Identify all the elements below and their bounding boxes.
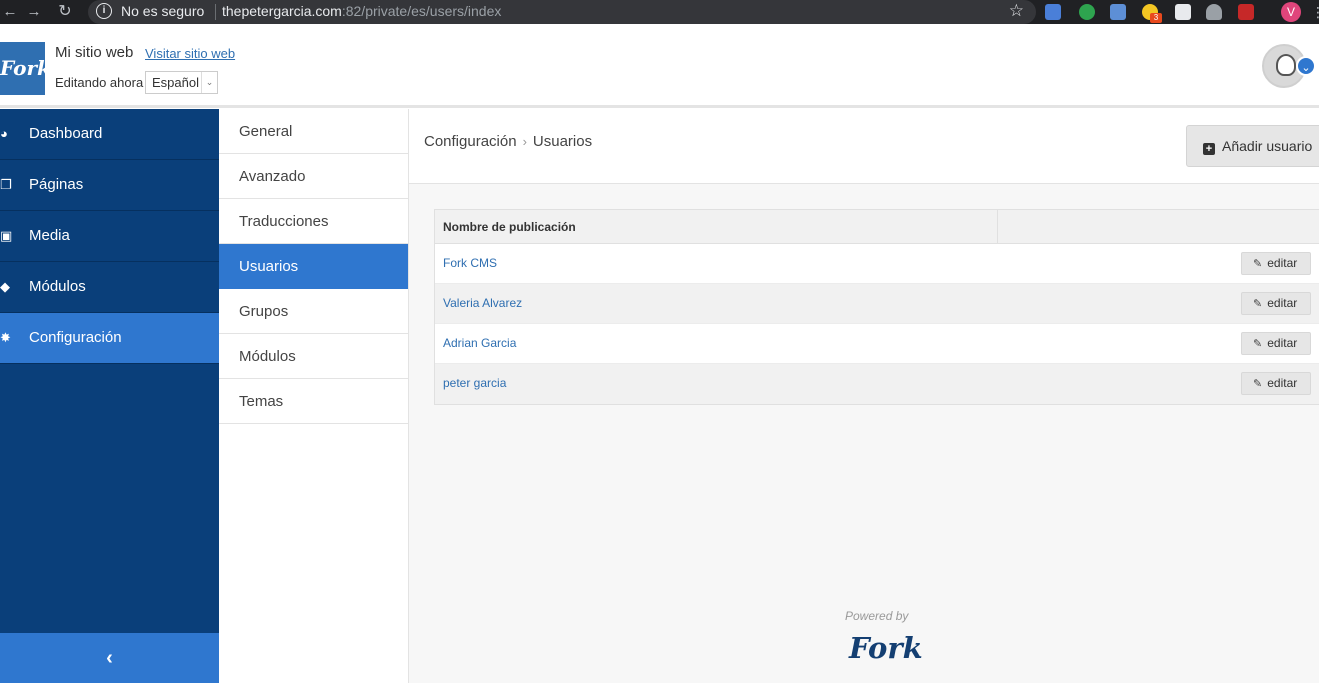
add-user-button[interactable]: + Añadir usuario bbox=[1186, 125, 1319, 167]
sidebar-item-label: Dashboard bbox=[29, 125, 103, 142]
add-user-label: Añadir usuario bbox=[1222, 138, 1313, 154]
chevron-down-icon: ⌄ bbox=[201, 72, 217, 93]
user-name-link[interactable]: peter garcia bbox=[443, 364, 506, 403]
bookmark-star-icon[interactable]: ☆ bbox=[1009, 1, 1024, 21]
info-icon[interactable]: i bbox=[96, 3, 112, 19]
sidebar-item-dashboard[interactable]: ◕ Dashboard bbox=[0, 109, 219, 160]
subnav-item-modules[interactable]: Módulos bbox=[219, 334, 408, 379]
pencil-icon: ✎ bbox=[1253, 298, 1263, 310]
subnav-item-themes[interactable]: Temas bbox=[219, 379, 408, 424]
page-header: Configuración › Usuarios + Añadir usuario bbox=[409, 109, 1319, 184]
fork-logo[interactable]: Fork bbox=[0, 42, 45, 95]
table-header: Nombre de publicación bbox=[435, 210, 1319, 244]
edit-label: editar bbox=[1267, 336, 1298, 350]
powered-by-label: Powered by bbox=[845, 609, 909, 623]
collapse-sidebar-button[interactable]: ‹ bbox=[0, 633, 219, 683]
visit-site-link[interactable]: Visitar sitio web bbox=[145, 46, 235, 61]
sidebar-item-modules[interactable]: ◆ Módulos bbox=[0, 262, 219, 313]
gear-icon: ✸ bbox=[0, 330, 11, 345]
language-select[interactable]: Español ⌄ bbox=[145, 71, 218, 94]
avatar-figure bbox=[1276, 54, 1296, 76]
subnav-item-general[interactable]: General bbox=[219, 109, 408, 154]
url-text[interactable]: thepetergarcia.com:82/private/es/users/i… bbox=[222, 3, 501, 19]
security-label: No es seguro bbox=[121, 3, 205, 19]
hat-extension-icon[interactable] bbox=[1206, 4, 1222, 20]
main-navigation: ◕ Dashboard ❐ Páginas ▣ Media ◆ Módulos … bbox=[0, 109, 219, 683]
settings-subnav: General Avanzado Traducciones Usuarios G… bbox=[219, 109, 409, 683]
fork-footer-logo[interactable]: Fork bbox=[849, 631, 923, 665]
table-row: Adrian Garcia ✎ editar bbox=[435, 324, 1319, 364]
pencil-icon: ✎ bbox=[1253, 338, 1263, 350]
subnav-item-groups[interactable]: Grupos bbox=[219, 289, 408, 334]
language-value: Español bbox=[152, 75, 199, 90]
dashboard-icon: ◕ bbox=[0, 126, 8, 141]
document-extension-icon[interactable] bbox=[1175, 4, 1191, 20]
edit-button[interactable]: ✎ editar bbox=[1241, 252, 1311, 275]
m-extension-icon[interactable] bbox=[1238, 4, 1254, 20]
subnav-item-translations[interactable]: Traducciones bbox=[219, 199, 408, 244]
browser-menu-icon[interactable]: ⋮ bbox=[1311, 2, 1319, 22]
url-host: thepetergarcia.com bbox=[222, 3, 342, 19]
breadcrumb-users: Usuarios bbox=[532, 133, 593, 150]
edit-button[interactable]: ✎ editar bbox=[1241, 292, 1311, 315]
sidebar-item-media[interactable]: ▣ Media bbox=[0, 211, 219, 262]
user-menu-chevron-icon[interactable]: ⌄ bbox=[1296, 56, 1316, 76]
edit-label: editar bbox=[1267, 296, 1298, 310]
shield-extension-icon[interactable] bbox=[1079, 4, 1095, 20]
sidebar-item-label: Media bbox=[29, 227, 70, 244]
reload-icon[interactable]: ↻ bbox=[55, 2, 75, 22]
sidebar-item-label: Páginas bbox=[29, 176, 84, 193]
url-path: :82/private/es/users/index bbox=[341, 3, 502, 19]
edit-button[interactable]: ✎ editar bbox=[1241, 332, 1311, 355]
profile-avatar[interactable]: V bbox=[1281, 2, 1301, 22]
sidebar-item-label: Configuración bbox=[29, 329, 122, 346]
users-table: Nombre de publicación Fork CMS ✎ editar V… bbox=[434, 209, 1319, 405]
extension-badge: 3 bbox=[1150, 13, 1162, 23]
table-row: Valeria Alvarez ✎ editar bbox=[435, 284, 1319, 324]
sidebar-item-settings[interactable]: ✸ Configuración bbox=[0, 313, 219, 364]
pages-icon: ❐ bbox=[0, 177, 12, 192]
edit-label: editar bbox=[1267, 376, 1298, 390]
table-row: peter garcia ✎ editar bbox=[435, 364, 1319, 404]
translate-extension-icon[interactable] bbox=[1045, 4, 1061, 20]
sidebar-item-pages[interactable]: ❐ Páginas bbox=[0, 160, 219, 211]
back-icon[interactable]: ← bbox=[0, 2, 20, 22]
subnav-item-users[interactable]: Usuarios bbox=[219, 244, 408, 289]
editing-label: Editando ahora bbox=[55, 75, 144, 90]
edit-label: editar bbox=[1267, 256, 1298, 270]
user-name-link[interactable]: Fork CMS bbox=[443, 244, 497, 283]
forward-icon[interactable]: → bbox=[24, 2, 44, 22]
site-name: Mi sitio web bbox=[55, 44, 134, 61]
edit-button[interactable]: ✎ editar bbox=[1241, 372, 1311, 395]
address-divider bbox=[215, 4, 216, 20]
address-bar[interactable]: i No es seguro thepetergarcia.com:82/pri… bbox=[88, 0, 1036, 24]
pencil-icon: ✎ bbox=[1253, 258, 1263, 270]
breadcrumb-separator-icon: › bbox=[522, 134, 527, 149]
user-name-link[interactable]: Valeria Alvarez bbox=[443, 284, 522, 323]
user-name-link[interactable]: Adrian Garcia bbox=[443, 324, 516, 363]
plus-square-icon: + bbox=[1203, 143, 1215, 155]
column-header-name[interactable]: Nombre de publicación bbox=[443, 210, 576, 244]
browser-toolbar: ← → ↻ i No es seguro thepetergarcia.com:… bbox=[0, 0, 1319, 24]
table-row: Fork CMS ✎ editar bbox=[435, 244, 1319, 284]
image-icon: ▣ bbox=[0, 228, 13, 243]
breadcrumb: Configuración › Usuarios bbox=[424, 133, 592, 150]
breadcrumb-settings[interactable]: Configuración bbox=[424, 133, 517, 150]
window-extension-icon[interactable] bbox=[1110, 4, 1126, 20]
sidebar-item-label: Módulos bbox=[29, 278, 86, 295]
app-header: Fork Mi sitio web Visitar sitio web Edit… bbox=[0, 24, 1319, 108]
pencil-icon: ✎ bbox=[1253, 378, 1263, 390]
main-content: Configuración › Usuarios + Añadir usuario N… bbox=[409, 109, 1319, 683]
subnav-item-advanced[interactable]: Avanzado bbox=[219, 154, 408, 199]
chevron-left-icon: ‹ bbox=[106, 647, 113, 669]
cube-icon: ◆ bbox=[0, 279, 10, 294]
column-divider bbox=[997, 210, 998, 244]
